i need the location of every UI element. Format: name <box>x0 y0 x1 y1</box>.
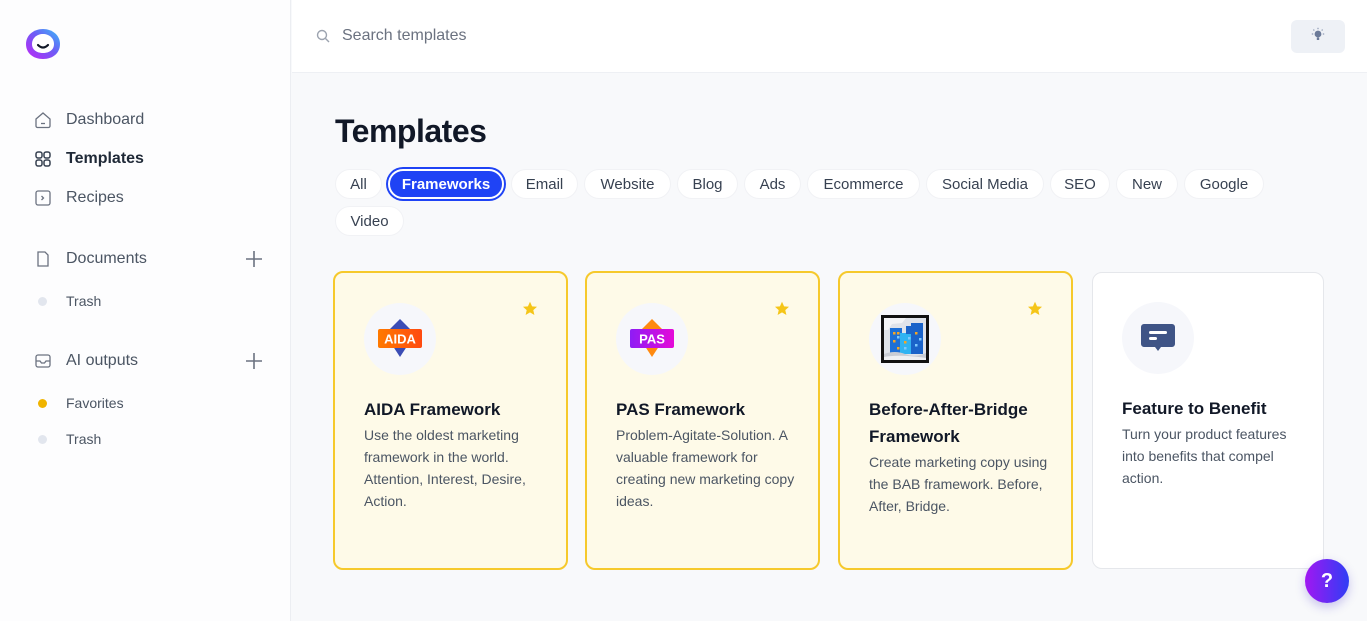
lightbulb-icon <box>1310 27 1326 46</box>
inbox-icon <box>34 352 52 370</box>
yellow-dot-icon <box>38 398 47 408</box>
sidebar-item-templates[interactable]: Templates <box>34 150 144 168</box>
card-description: Turn your product features into benefits… <box>1122 426 1287 486</box>
top-bar <box>292 0 1367 73</box>
favorite-star-icon[interactable] <box>774 301 790 317</box>
ai-outputs-label: AI outputs <box>66 352 139 369</box>
add-document-plus-icon[interactable] <box>244 249 264 269</box>
question-mark-icon: ? <box>1320 569 1334 592</box>
filter-chip-seo[interactable]: SEO <box>1050 169 1110 199</box>
jasper-logo-icon[interactable] <box>24 27 62 61</box>
chip-label: New <box>1131 175 1162 193</box>
home-icon <box>34 111 52 129</box>
card-description: Problem-Agitate-Solution. A valuable fra… <box>616 427 795 509</box>
chip-label: Google <box>1199 175 1249 193</box>
search-icon <box>316 29 330 43</box>
sub-item-label: Trash <box>66 293 102 309</box>
filter-chip-frameworks[interactable]: Frameworks <box>388 169 504 199</box>
sidebar-item-label: Recipes <box>66 189 124 206</box>
sub-item-label: Trash <box>66 431 102 447</box>
filter-chip-all[interactable]: All <box>335 169 382 199</box>
template-card-feature-to-benefit[interactable]: Feature to Benefit Turn your product fea… <box>1092 272 1324 569</box>
document-icon <box>34 250 52 268</box>
help-button[interactable]: ? <box>1305 559 1349 603</box>
sidebar-item-label: Templates <box>66 150 144 167</box>
documents-trash[interactable]: Trash <box>38 293 101 309</box>
gray-dot-icon <box>38 434 47 444</box>
documents-section[interactable]: Documents <box>34 249 264 269</box>
filter-chip-ads[interactable]: Ads <box>744 169 801 199</box>
chip-label: Ads <box>759 175 786 193</box>
filter-chip-email[interactable]: Email <box>511 169 578 199</box>
sidebar-item-label: Dashboard <box>66 111 145 128</box>
filter-chip-blog[interactable]: Blog <box>677 169 738 199</box>
theme-toggle-button[interactable] <box>1291 20 1345 53</box>
card-description: Create marketing copy using the BAB fram… <box>869 454 1048 514</box>
filter-chip-ecommerce[interactable]: Ecommerce <box>807 169 920 199</box>
svg-text:PAS: PAS <box>639 332 665 347</box>
gray-dot-icon <box>38 296 47 306</box>
city-picture-icon <box>869 303 941 375</box>
add-ai-output-plus-icon[interactable] <box>244 351 264 371</box>
chip-label: Blog <box>692 175 723 193</box>
filter-chip-google[interactable]: Google <box>1184 169 1264 199</box>
chip-label: Website <box>600 175 655 193</box>
sidebar-item-recipes[interactable]: Recipes <box>34 189 124 207</box>
chip-label: Ecommerce <box>823 175 904 193</box>
filter-chip-video[interactable]: Video <box>335 206 404 236</box>
template-card-aida[interactable]: AIDA AIDA Framework Use the oldest marke… <box>333 271 568 570</box>
favorite-star-icon[interactable] <box>1027 301 1043 317</box>
chip-label: Email <box>525 175 564 193</box>
aida-badge-icon: AIDA <box>364 303 436 375</box>
search-input[interactable] <box>342 22 942 50</box>
filter-chip-social-media[interactable]: Social Media <box>926 169 1044 199</box>
card-title: Feature to Benefit <box>1122 399 1267 418</box>
chip-label: SEO <box>1064 175 1096 193</box>
card-title: PAS Framework <box>616 400 746 419</box>
card-title: Before-After-Bridge Framework <box>869 400 1028 446</box>
ai-outputs-favorites[interactable]: Favorites <box>38 395 124 411</box>
ai-outputs-section[interactable]: AI outputs <box>34 351 264 371</box>
template-card-pas[interactable]: PAS PAS Framework Problem-Agitate-Soluti… <box>585 271 820 570</box>
card-description: Use the oldest marketing framework in th… <box>364 427 526 509</box>
favorite-star-icon[interactable] <box>522 301 538 317</box>
chip-label: All <box>350 175 367 193</box>
documents-label: Documents <box>66 250 147 267</box>
filter-chip-website[interactable]: Website <box>584 169 671 199</box>
sidebar: Dashboard Templates Recipes Documents Tr… <box>0 0 291 621</box>
ai-outputs-trash[interactable]: Trash <box>38 431 101 447</box>
card-title: AIDA Framework <box>364 400 501 419</box>
sidebar-item-dashboard[interactable]: Dashboard <box>34 111 144 129</box>
chip-label: Frameworks <box>401 175 491 193</box>
page-title: Templates <box>335 113 487 149</box>
pas-badge-icon: PAS <box>616 303 688 375</box>
sub-item-label: Favorites <box>66 395 124 411</box>
chip-label: Social Media <box>942 175 1028 193</box>
svg-text:AIDA: AIDA <box>384 332 416 347</box>
chat-bubble-icon <box>1122 302 1194 374</box>
terminal-icon <box>34 189 52 207</box>
grid-icon <box>34 150 52 168</box>
filter-chip-new[interactable]: New <box>1116 169 1178 199</box>
chip-label: Video <box>350 212 389 230</box>
template-card-before-after-bridge[interactable]: Before-After-Bridge Framework Create mar… <box>838 271 1073 570</box>
